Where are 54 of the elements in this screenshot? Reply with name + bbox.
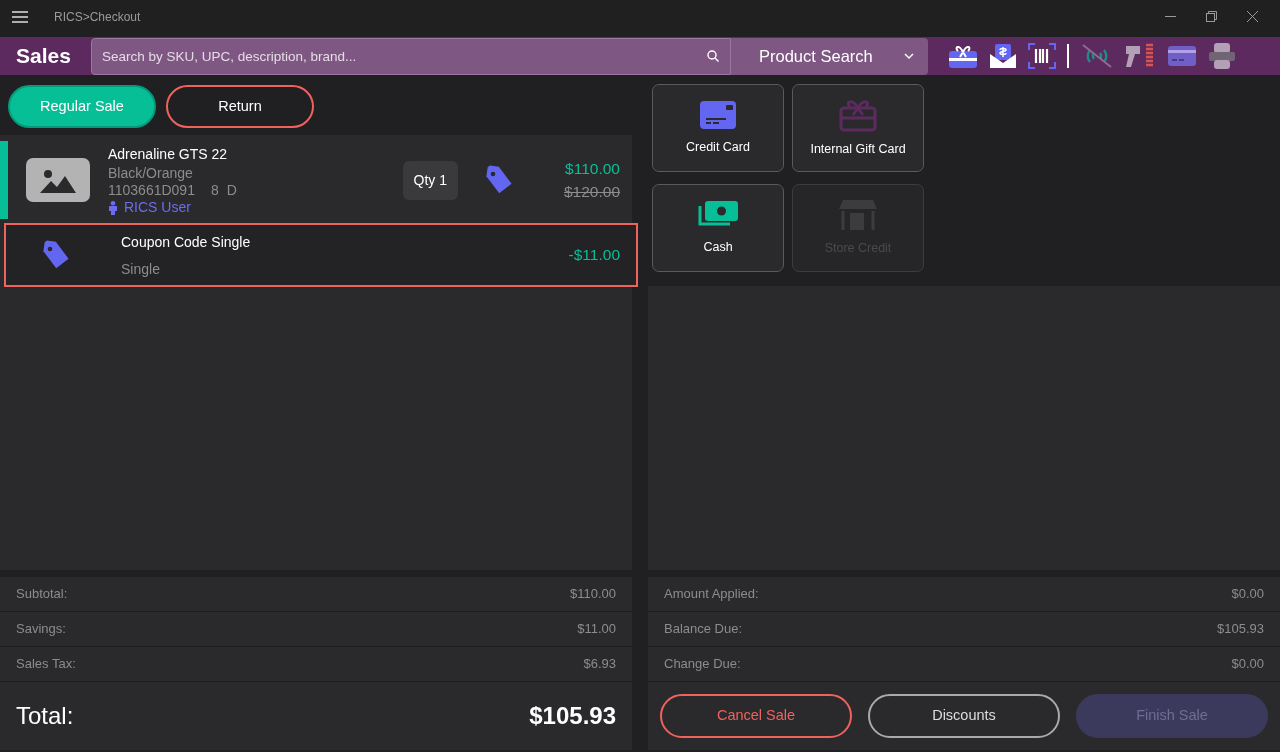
search-field[interactable]: Search by SKU, UPC, description, brand...	[91, 37, 731, 75]
restore-icon[interactable]	[1206, 11, 1217, 22]
coupon-name: Coupon Code Single	[121, 233, 251, 252]
separator	[1067, 44, 1070, 68]
summary-value: $110.00	[569, 585, 616, 604]
summary-label: Change Due:	[664, 655, 741, 674]
item-price: $110.00	[564, 158, 620, 179]
product-name: Adrenaline GTS 22	[108, 145, 229, 164]
summary-value: $0.00	[1231, 655, 1264, 674]
summary-value: $0.00	[1231, 585, 1264, 604]
total-label: Total:	[16, 701, 74, 731]
coupon-amount: -$11.00	[568, 245, 620, 266]
close-icon[interactable]	[1247, 11, 1258, 22]
window-title: RICS>Checkout	[54, 8, 141, 26]
gift-card-icon[interactable]	[948, 43, 978, 69]
line-item-row[interactable]: Coupon Code Single Single -$11.00	[4, 223, 638, 287]
associate-name[interactable]: RICS User	[124, 199, 191, 216]
summary-label: Amount Applied:	[664, 585, 759, 604]
card-reader-icon[interactable]	[1167, 44, 1197, 68]
cancel-sale-button[interactable]: Cancel Sale	[660, 694, 852, 738]
search-mode-dropdown[interactable]: Product Search	[731, 37, 928, 75]
gift-icon	[839, 97, 877, 132]
wireless-off-icon[interactable]	[1081, 43, 1113, 69]
summary-label: Savings:	[16, 620, 66, 639]
page-title: Sales	[16, 43, 72, 70]
printer-icon[interactable]	[1208, 42, 1236, 70]
product-sku: 1103661D091	[108, 182, 195, 199]
payment-method-tile[interactable]: Internal Gift Card	[792, 84, 924, 172]
discounts-button[interactable]: Discounts	[868, 694, 1060, 738]
chevron-down-icon	[904, 53, 914, 59]
person-icon	[108, 200, 118, 215]
envelope-dollar-icon[interactable]	[989, 42, 1017, 70]
image-placeholder-icon	[26, 158, 90, 202]
payment-method-tile[interactable]: Credit Card	[652, 84, 784, 172]
total-value: $105.93	[529, 701, 616, 731]
original-price: $120.00	[562, 182, 620, 202]
product-size: 8	[210, 182, 219, 199]
summary-value: $6.93	[583, 655, 616, 674]
summary-label: Subtotal:	[16, 585, 68, 604]
coupon-detail: Single	[121, 261, 161, 278]
product-width: D	[226, 182, 237, 199]
search-icon[interactable]	[707, 49, 719, 62]
summary-label: Sales Tax:	[16, 655, 76, 674]
payment-method-tile[interactable]: Cash	[652, 184, 784, 272]
barcode-scan-icon[interactable]	[1028, 43, 1056, 69]
summary-label: Balance Due:	[664, 620, 743, 639]
scanner-icon[interactable]	[1124, 43, 1156, 69]
summary-value: $105.93	[1217, 620, 1264, 639]
quantity-button[interactable]: Qty 1	[402, 160, 458, 200]
summary-value: $11.00	[577, 620, 616, 639]
product-color: Black/Orange	[108, 165, 194, 182]
sale-type-tab[interactable]: Return	[166, 85, 314, 128]
credit-card-icon	[699, 99, 737, 130]
menu-icon[interactable]	[12, 10, 28, 23]
